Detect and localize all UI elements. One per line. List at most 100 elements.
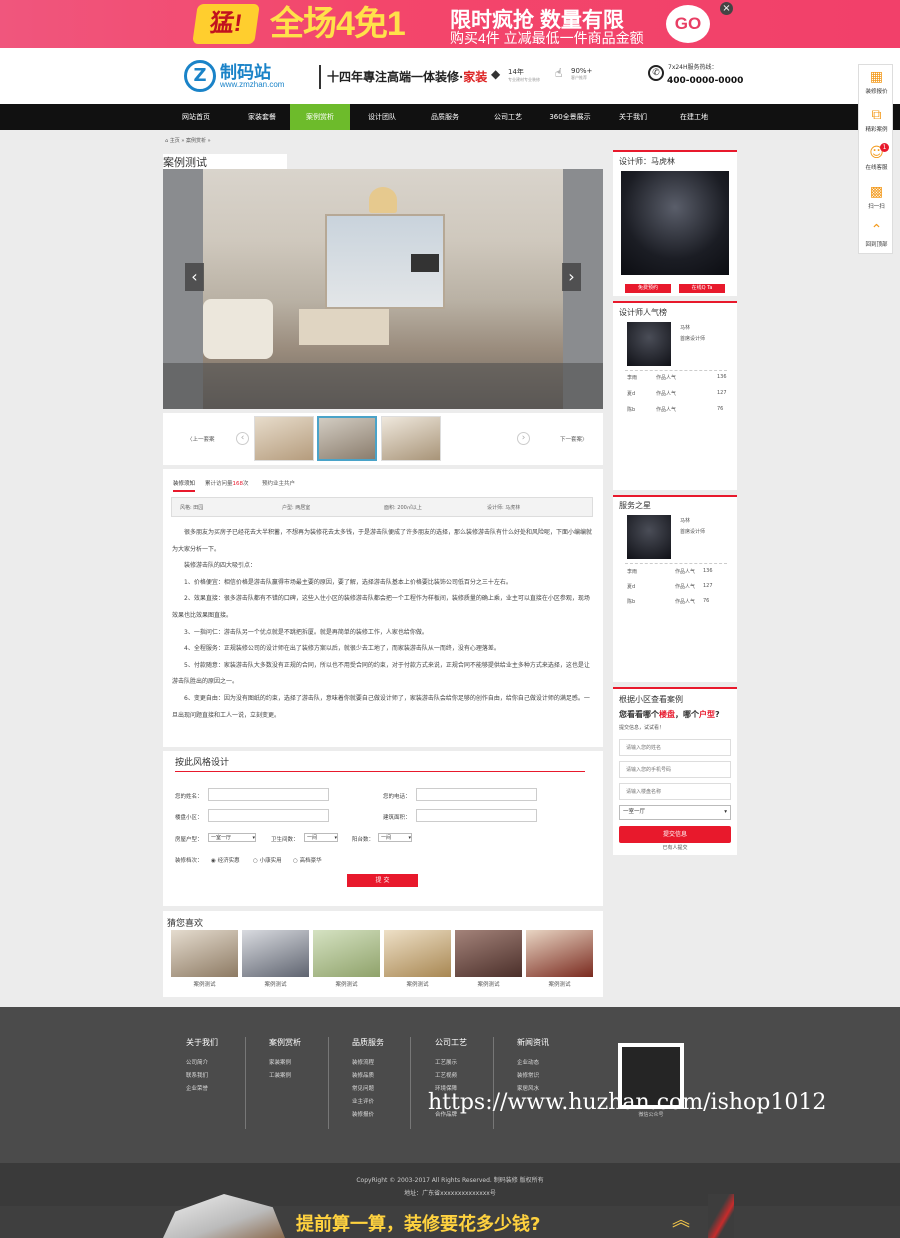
lookup-community-input[interactable] [619, 783, 731, 800]
form-submit-button[interactable]: 提 交 [347, 874, 418, 887]
recommend-caption[interactable]: 案例测试 [242, 980, 309, 988]
nav-item-cases[interactable]: 案例赏析 [290, 104, 350, 130]
thumb-3[interactable] [381, 416, 441, 461]
footer-link[interactable]: 装修常识 [517, 1070, 549, 1083]
name-input[interactable] [208, 788, 329, 801]
recommend-caption[interactable]: 案例测试 [526, 980, 593, 988]
rank-name[interactable]: 李雨 [627, 374, 637, 381]
nav-item-about[interactable]: 关于我们 [603, 104, 663, 130]
footer-link[interactable]: 公司简介 [186, 1057, 218, 1070]
balcony-select[interactable]: 一间 ▾ [378, 833, 412, 842]
footer-col-heading: 关于我们 [186, 1038, 218, 1047]
nav-item-sites[interactable]: 在建工地 [664, 104, 724, 130]
recommend-thumb[interactable] [313, 930, 380, 977]
nav-item-360[interactable]: 360全景展示 [540, 104, 600, 130]
nav-item-home[interactable]: 网站首页 [170, 104, 222, 130]
float-top[interactable]: ⌃ 回到顶部 [859, 222, 894, 248]
recommend-thumb[interactable] [171, 930, 238, 977]
footer-link[interactable]: 企业动态 [517, 1057, 549, 1070]
hotline-number[interactable]: 400-0000-0000 [667, 76, 743, 86]
radio-icon[interactable]: ○ [253, 858, 258, 864]
lookup-layout-select[interactable]: 一室一厅 ▾ [619, 805, 731, 820]
recommend-caption[interactable]: 案例测试 [455, 980, 522, 988]
lookup-phone-input[interactable] [619, 761, 731, 778]
home-icon[interactable]: ⌂ [165, 138, 168, 144]
recommend-caption[interactable]: 案例测试 [313, 980, 380, 988]
grade-option-comfort[interactable]: ○ 小康实用 [253, 856, 282, 864]
promo-go-button[interactable]: GO [666, 5, 710, 43]
footer-link[interactable]: 工装案例 [269, 1070, 301, 1083]
top-designer-name[interactable]: 马林 [680, 324, 690, 331]
next-case-link[interactable]: 下一套案〉 [560, 435, 588, 443]
footer-link[interactable]: 家装案例 [269, 1057, 301, 1070]
room-select[interactable]: 一室一厅 ▾ [208, 833, 256, 842]
slogan-accent: 家装 [463, 70, 488, 84]
designer-ranking: 设计师人气榜 马林 首席设计师 李雨 作品人气 136 夏d 作品人气 127 … [613, 301, 737, 490]
thumb-1[interactable] [254, 416, 314, 461]
footer-link[interactable]: 装修报价 [352, 1109, 384, 1122]
radio-checked-icon[interactable]: ◉ [211, 858, 216, 864]
lookup-name-input[interactable] [619, 739, 731, 756]
promo-banner[interactable]: 猛! 全场4免1 限时疯抢 数量有限 购买4件 立减最低一件商品金额 GO × [0, 0, 900, 48]
thumb-next-icon[interactable]: › [517, 432, 530, 445]
prev-case-link[interactable]: 〈上一套案 [187, 435, 215, 443]
next-photo-button[interactable]: › [562, 263, 581, 291]
table-shape [299, 309, 389, 345]
rank-name[interactable]: 陈b [627, 406, 635, 413]
phone-input[interactable] [416, 788, 537, 801]
top-designer-avatar[interactable] [627, 322, 671, 366]
footer-link[interactable]: 企业荣誉 [186, 1083, 218, 1096]
recommend-caption[interactable]: 案例测试 [171, 980, 238, 988]
nav-item-service[interactable]: 品质服务 [415, 104, 475, 130]
close-icon[interactable]: × [720, 2, 733, 15]
recommend-thumb[interactable] [526, 930, 593, 977]
thumb-prev-icon[interactable]: ‹ [236, 432, 249, 445]
grade-option-economy[interactable]: ◉ 经济实惠 [211, 856, 240, 864]
quote-banner[interactable]: 提前算一算，装修要花多少钱? ︽ [0, 1194, 900, 1238]
service-name[interactable]: 马林 [680, 517, 690, 524]
footer-link[interactable]: 联系我们 [186, 1070, 218, 1083]
float-scan[interactable]: ▩ 扫一扫 [859, 184, 894, 210]
prev-photo-button[interactable]: ‹ [185, 263, 204, 291]
recommend-caption[interactable]: 案例测试 [384, 980, 451, 988]
recommend-thumb[interactable] [384, 930, 451, 977]
nav-item-packages[interactable]: 家装套餐 [232, 104, 292, 130]
nav-item-craft[interactable]: 公司工艺 [478, 104, 538, 130]
service-avatar[interactable] [627, 515, 671, 559]
footer-link[interactable]: 装修品质 [352, 1070, 384, 1083]
footer-link[interactable]: 装修流程 [352, 1057, 384, 1070]
footer-link[interactable]: 工艺视频 [435, 1070, 467, 1083]
tab-notice[interactable]: 装修须知 [173, 479, 196, 492]
rank-name[interactable]: 夏d [627, 583, 635, 590]
breadcrumb-text[interactable]: 主页 » 案例赏析 » [170, 138, 211, 144]
nav-item-team[interactable]: 设计团队 [352, 104, 412, 130]
footer-link[interactable]: 常见问题 [352, 1083, 384, 1096]
footer-link[interactable]: 工艺展示 [435, 1057, 467, 1070]
float-quote[interactable]: ▦ 装修报价 [859, 69, 894, 95]
bath-select[interactable]: 一间 ▾ [304, 833, 338, 842]
community-input[interactable] [208, 809, 329, 822]
float-cases[interactable]: ⧉ 精彩案例 [859, 107, 894, 133]
book-designer-button[interactable]: 免费预约 [625, 284, 671, 293]
rank-count: 136 [717, 374, 727, 380]
radio-icon[interactable]: ○ [293, 858, 298, 864]
grade-option-luxury[interactable]: ○ 高档豪华 [293, 856, 322, 864]
chat-designer-button[interactable]: 在线Q Ta [679, 284, 725, 293]
recommend-thumb[interactable] [455, 930, 522, 977]
meta-designer: 设计师: 马虎林 [487, 504, 520, 511]
watermark: https://www.huzhan.com/ishop1012 [428, 1090, 827, 1115]
area-input[interactable] [416, 809, 537, 822]
rank-name[interactable]: 夏d [627, 390, 635, 397]
community-lookup: 根据小区查看案例 您看看哪个楼盘，哪个户型? 提交信息，试试看！ 一室一厅 ▾ 提… [613, 687, 737, 855]
logo-icon[interactable]: Z [184, 60, 216, 92]
designer-photo[interactable] [621, 171, 729, 275]
rank-name[interactable]: 李雨 [627, 568, 637, 575]
lookup-submit-button[interactable]: 提交信息 [619, 826, 731, 843]
rank-name[interactable]: 陈b [627, 598, 635, 605]
footer-link[interactable]: 业主评价 [352, 1096, 384, 1109]
tab-appointments[interactable]: 预约业主共户 [262, 479, 295, 487]
double-chevron-up-icon[interactable]: ︽ [672, 1212, 690, 1230]
recommend-thumb[interactable] [242, 930, 309, 977]
meta-area: 面积: 200㎡以上 [384, 504, 422, 511]
thumb-2[interactable] [317, 416, 377, 461]
